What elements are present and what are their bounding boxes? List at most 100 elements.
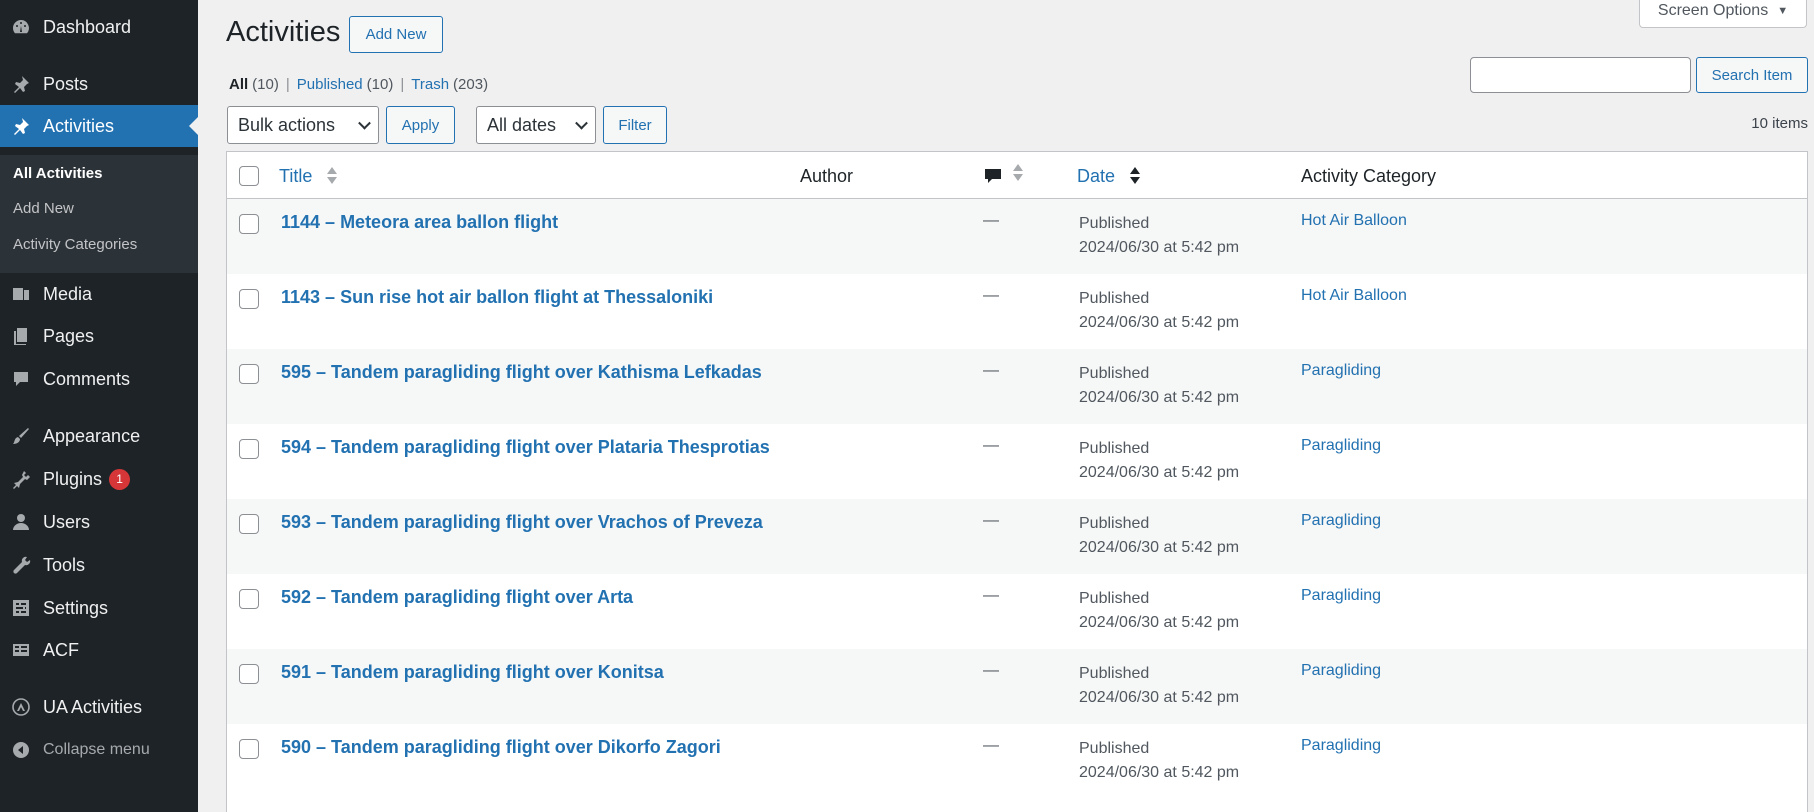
submenu-add-new[interactable]: Add New bbox=[13, 200, 74, 217]
row-checkbox[interactable] bbox=[239, 664, 259, 684]
row-checkbox[interactable] bbox=[239, 439, 259, 459]
row-status: Published bbox=[1079, 665, 1150, 682]
table-row: 1143 – Sun rise hot air ballon flight at… bbox=[227, 274, 1807, 349]
menu-activities[interactable]: Activities bbox=[0, 105, 198, 147]
row-category-link[interactable]: Paragliding bbox=[1301, 662, 1381, 680]
collapse-menu-button[interactable]: Collapse menu bbox=[0, 731, 198, 769]
table-row: 1144 – Meteora area ballon flight — Publis… bbox=[227, 199, 1807, 274]
menu-label: Media bbox=[43, 283, 93, 304]
admin-sidebar: Dashboard Posts Activities All Activitie… bbox=[0, 0, 198, 812]
column-title-sort[interactable]: Title bbox=[279, 166, 338, 187]
chevron-down-icon bbox=[575, 116, 588, 130]
column-date-sort[interactable]: Date bbox=[1077, 166, 1141, 187]
row-checkbox[interactable] bbox=[239, 589, 259, 609]
bulk-actions-select[interactable]: Bulk actions bbox=[227, 106, 379, 144]
comments-column-sort[interactable] bbox=[983, 166, 1003, 186]
row-category-link[interactable]: Hot Air Balloon bbox=[1301, 212, 1407, 230]
collapse-icon bbox=[11, 740, 31, 760]
row-title-link[interactable]: 595 – Tandem paragliding flight over Kat… bbox=[281, 362, 762, 383]
search-input[interactable] bbox=[1470, 57, 1691, 93]
acf-icon bbox=[11, 640, 31, 660]
row-title-link[interactable]: 591 – Tandem paragliding flight over Kon… bbox=[281, 662, 664, 683]
activities-table: Title Author Date Activity Category 1144… bbox=[226, 151, 1808, 812]
row-date-cell: Published 2024/06/30 at 5:42 pm bbox=[1079, 737, 1239, 785]
menu-media[interactable]: Media bbox=[0, 275, 198, 313]
row-category-link[interactable]: Paragliding bbox=[1301, 737, 1381, 755]
row-checkbox[interactable] bbox=[239, 289, 259, 309]
screen-options-button[interactable]: Screen Options ▼ bbox=[1639, 0, 1807, 28]
wrench-icon bbox=[11, 555, 31, 575]
brush-icon bbox=[11, 426, 31, 446]
pin-icon bbox=[11, 116, 31, 136]
sort-arrows-icon bbox=[1130, 166, 1141, 184]
row-checkbox[interactable] bbox=[239, 514, 259, 534]
row-date: 2024/06/30 at 5:42 pm bbox=[1079, 539, 1240, 556]
row-date: 2024/06/30 at 5:42 pm bbox=[1079, 239, 1240, 256]
menu-plugins[interactable]: Plugins 1 bbox=[0, 460, 198, 498]
view-published[interactable]: Published (10) bbox=[297, 76, 394, 93]
table-header: Title Author Date Activity Category bbox=[227, 152, 1807, 199]
menu-tools[interactable]: Tools bbox=[0, 546, 198, 584]
chevron-down-icon bbox=[358, 116, 371, 130]
menu-users[interactable]: Users bbox=[0, 503, 198, 541]
row-category-link[interactable]: Hot Air Balloon bbox=[1301, 287, 1407, 305]
row-category-link[interactable]: Paragliding bbox=[1301, 437, 1381, 455]
apply-button[interactable]: Apply bbox=[386, 106, 455, 144]
row-date-cell: Published 2024/06/30 at 5:42 pm bbox=[1079, 212, 1239, 260]
menu-settings[interactable]: Settings bbox=[0, 589, 198, 627]
pages-icon bbox=[11, 326, 31, 346]
row-category-link[interactable]: Paragliding bbox=[1301, 587, 1381, 605]
row-comments: — bbox=[983, 362, 999, 379]
row-date: 2024/06/30 at 5:42 pm bbox=[1079, 389, 1240, 406]
menu-dashboard[interactable]: Dashboard bbox=[0, 8, 198, 46]
row-title-link[interactable]: 590 – Tandem paragliding flight over Dik… bbox=[281, 737, 721, 758]
row-title-link[interactable]: 593 – Tandem paragliding flight over Vra… bbox=[281, 512, 763, 533]
view-all[interactable]: All (10) bbox=[229, 76, 279, 93]
caret-down-icon: ▼ bbox=[1777, 4, 1789, 17]
menu-acf[interactable]: ACF bbox=[0, 631, 198, 669]
row-checkbox[interactable] bbox=[239, 739, 259, 759]
view-trash[interactable]: Trash (203) bbox=[411, 76, 488, 93]
view-separator: | bbox=[400, 76, 405, 93]
plug-icon bbox=[11, 469, 31, 489]
row-title-link[interactable]: 594 – Tandem paragliding flight over Pla… bbox=[281, 437, 770, 458]
ua-icon bbox=[11, 697, 31, 717]
select-all-checkbox[interactable] bbox=[239, 166, 259, 186]
bulk-actions-value: Bulk actions bbox=[238, 114, 336, 135]
media-icon bbox=[11, 284, 31, 304]
menu-label: UA Activities bbox=[43, 696, 143, 717]
row-title-link[interactable]: 1144 – Meteora area ballon flight bbox=[281, 212, 558, 233]
search-items-button[interactable]: Search Item bbox=[1696, 57, 1808, 93]
row-checkbox[interactable] bbox=[239, 364, 259, 384]
menu-posts[interactable]: Posts bbox=[0, 65, 198, 103]
row-comments: — bbox=[983, 437, 999, 454]
row-title-link[interactable]: 592 – Tandem paragliding flight over Art… bbox=[281, 587, 633, 608]
view-filters: All (10) | Published (10) | Trash (203) bbox=[229, 76, 488, 93]
row-status: Published bbox=[1079, 515, 1150, 532]
table-row: 594 – Tandem paragliding flight over Pla… bbox=[227, 424, 1807, 499]
menu-pages[interactable]: Pages bbox=[0, 317, 198, 355]
row-category-link[interactable]: Paragliding bbox=[1301, 362, 1381, 380]
menu-ua-activities[interactable]: UA Activities bbox=[0, 688, 198, 726]
row-checkbox[interactable] bbox=[239, 214, 259, 234]
menu-comments[interactable]: Comments bbox=[0, 360, 198, 398]
menu-label: Activities bbox=[43, 115, 115, 136]
user-icon bbox=[11, 512, 31, 532]
pin-icon bbox=[11, 74, 31, 94]
menu-label: Tools bbox=[43, 554, 86, 575]
add-new-button[interactable]: Add New bbox=[349, 16, 443, 53]
submenu-activity-categories[interactable]: Activity Categories bbox=[13, 236, 137, 253]
menu-label: Collapse menu bbox=[43, 741, 150, 758]
table-row: 595 – Tandem paragliding flight over Kat… bbox=[227, 349, 1807, 424]
table-row: 591 – Tandem paragliding flight over Kon… bbox=[227, 649, 1807, 724]
page-title: Activities bbox=[226, 16, 341, 48]
row-date: 2024/06/30 at 5:42 pm bbox=[1079, 314, 1240, 331]
row-category-link[interactable]: Paragliding bbox=[1301, 512, 1381, 530]
date-filter-select[interactable]: All dates bbox=[476, 106, 596, 144]
row-title-link[interactable]: 1143 – Sun rise hot air ballon flight at… bbox=[281, 287, 713, 308]
row-comments: — bbox=[983, 287, 999, 304]
menu-label: Plugins bbox=[43, 468, 103, 489]
submenu-all-activities[interactable]: All Activities bbox=[13, 165, 102, 182]
filter-button[interactable]: Filter bbox=[603, 106, 667, 144]
menu-appearance[interactable]: Appearance bbox=[0, 417, 198, 455]
